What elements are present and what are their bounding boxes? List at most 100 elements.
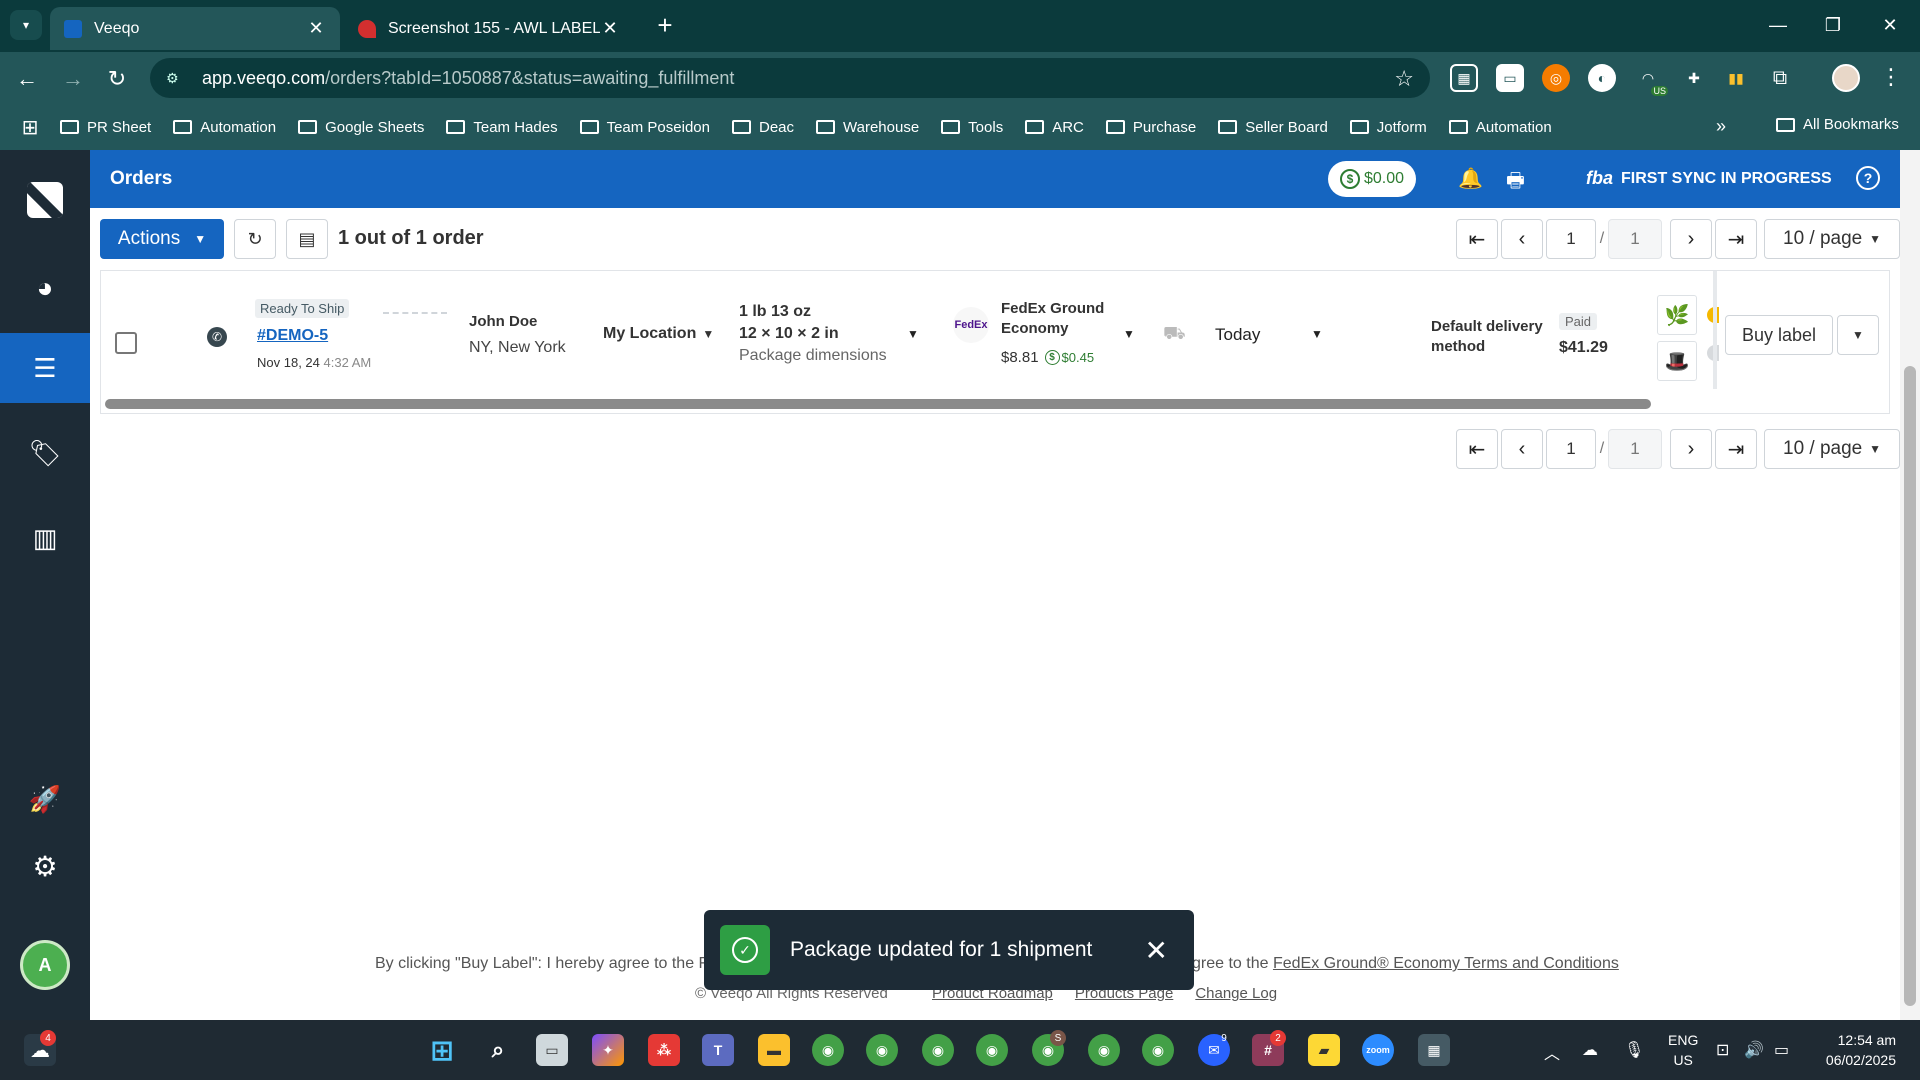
prev-page-button[interactable]: ‹ <box>1501 429 1543 469</box>
sticky-notes-icon[interactable]: ▰ <box>1308 1034 1340 1066</box>
language-indicator[interactable]: ENG US <box>1668 1030 1698 1070</box>
bookmark-folder[interactable]: Warehouse <box>816 119 919 136</box>
bookmark-folder[interactable]: Seller Board <box>1218 119 1328 136</box>
app-icon[interactable]: ⁂ <box>648 1034 680 1066</box>
carrier-service[interactable]: FedEx Ground Economy <box>1001 299 1121 339</box>
product-thumbnail[interactable]: 🎩 <box>1657 341 1697 381</box>
extensions-puzzle-icon[interactable]: ⧉ <box>1766 64 1794 92</box>
reload-icon[interactable]: ↻ <box>102 64 132 94</box>
tab-search-button[interactable]: ▾ <box>10 10 42 40</box>
copilot-icon[interactable]: ✦ <box>592 1034 624 1066</box>
package-info[interactable]: 1 lb 13 oz 12 × 10 × 2 in Package dimens… <box>739 303 887 365</box>
last-page-button[interactable]: ⇥ <box>1715 429 1757 469</box>
ship-date-chevron-down-icon[interactable]: ▼ <box>1311 327 1323 341</box>
first-page-button[interactable]: ⇤ <box>1456 219 1498 259</box>
bookmark-folder[interactable]: ARC <box>1025 119 1084 136</box>
tab-screenshot[interactable]: Screenshot 155 - AWL LABEL ✕ <box>344 7 634 50</box>
extension-icon[interactable]: ◐ <box>1588 64 1616 92</box>
columns-button[interactable]: ▤ <box>286 219 328 259</box>
chrome-icon[interactable]: ◉ <box>866 1034 898 1066</box>
bookmark-folder[interactable]: Tools <box>941 119 1003 136</box>
last-page-button[interactable]: ⇥ <box>1715 219 1757 259</box>
browser-menu-icon[interactable]: ⋮ <box>1880 64 1902 90</box>
volume-icon[interactable]: 🔊 <box>1744 1040 1764 1060</box>
chrome-active-icon[interactable]: ◉ <box>1142 1034 1174 1066</box>
chrome-icon[interactable]: ◉ <box>1088 1034 1120 1066</box>
zoom-icon[interactable]: zoom <box>1362 1034 1394 1066</box>
page-number-input[interactable]: 1 <box>1546 429 1596 469</box>
notifications-bell-icon[interactable]: 🔔 <box>1458 166 1483 191</box>
system-clock[interactable]: 12:54 am 06/02/2025 <box>1812 1030 1896 1070</box>
fba-sync-status[interactable]: fba FIRST SYNC IN PROGRESS <box>1586 168 1832 189</box>
scrollbar-thumb[interactable] <box>1904 366 1916 1006</box>
bookmark-folder[interactable]: Automation <box>173 119 276 136</box>
bookmark-folder[interactable]: Deac <box>731 119 794 136</box>
chrome-icon[interactable]: ◉ <box>812 1034 844 1066</box>
settings-gear-icon[interactable]: ⚙ <box>0 831 90 901</box>
chrome-icon[interactable]: ◉ <box>922 1034 954 1066</box>
page-number-input[interactable]: 1 <box>1546 219 1596 259</box>
refresh-button[interactable]: ↻ <box>234 219 276 259</box>
extension-icon[interactable]: ◎ <box>1542 64 1570 92</box>
site-info-icon[interactable]: ⚙ <box>166 70 188 87</box>
qr-extension-icon[interactable]: ▦ <box>1450 64 1478 92</box>
first-page-button[interactable]: ⇤ <box>1456 429 1498 469</box>
user-avatar[interactable]: A <box>20 940 70 990</box>
new-tab-button[interactable]: + <box>650 10 680 40</box>
page-size-select[interactable]: 10 / page ▼ <box>1764 429 1900 469</box>
prev-page-button[interactable]: ‹ <box>1501 219 1543 259</box>
next-page-button[interactable]: › <box>1670 429 1712 469</box>
order-number-link[interactable]: #DEMO-5 <box>257 327 328 345</box>
windows-start-icon[interactable]: ⊞ <box>426 1034 458 1066</box>
forward-icon[interactable]: → <box>58 64 88 94</box>
bookmark-star-icon[interactable]: ☆ <box>1394 66 1414 92</box>
orders-list-icon[interactable]: ☰ <box>0 333 90 403</box>
bookmark-folder[interactable]: Google Sheets <box>298 119 424 136</box>
onedrive-cloud-icon[interactable]: ☁ <box>1582 1040 1598 1060</box>
search-icon[interactable]: ⌕ <box>482 1034 514 1066</box>
help-icon[interactable]: ? <box>1856 166 1880 190</box>
close-window-icon[interactable]: ✕ <box>1870 8 1910 42</box>
carrier-chevron-down-icon[interactable]: ▼ <box>1123 327 1135 341</box>
getting-started-rocket-icon[interactable]: 🚀 <box>0 764 90 834</box>
tray-chevron-up-icon[interactable]: ︿ <box>1544 1040 1560 1064</box>
warehouse-select[interactable]: My Location ▼ <box>603 325 714 343</box>
more-bookmarks-icon[interactable]: » <box>1716 116 1726 137</box>
reports-chart-icon[interactable]: ▥ <box>0 503 90 573</box>
bookmark-folder[interactable]: PR Sheet <box>60 119 151 136</box>
veeqo-logo[interactable] <box>0 160 90 240</box>
fedex-terms-link[interactable]: FedEx Ground® Economy Terms and Conditio… <box>1273 955 1619 972</box>
chrome-icon[interactable]: ◉ <box>976 1034 1008 1066</box>
profile-avatar[interactable] <box>1832 64 1860 92</box>
package-chevron-down-icon[interactable]: ▼ <box>907 327 919 341</box>
address-bar[interactable]: ⚙ app.veeqo.com/orders?tabId=1050887&sta… <box>150 58 1430 98</box>
close-tab-icon[interactable]: ✕ <box>306 18 326 39</box>
page-scrollbar[interactable] <box>1900 150 1920 1020</box>
toast-close-icon[interactable]: ✕ <box>1145 934 1168 967</box>
chart-extension-icon[interactable]: ▮▮ <box>1722 64 1750 92</box>
bookmark-folder[interactable]: Automation <box>1448 119 1552 136</box>
actions-dropdown-button[interactable]: Actions ▼ <box>100 219 224 259</box>
restore-icon[interactable]: ❐ <box>1813 8 1853 42</box>
back-icon[interactable]: ← <box>12 64 42 94</box>
tab-veeqo[interactable]: Veeqo ✕ <box>50 7 340 50</box>
minimize-icon[interactable]: — <box>1758 8 1798 42</box>
bookmark-folder[interactable]: Team Poseidon <box>579 119 710 136</box>
bookmark-folder[interactable]: Team Hades <box>446 119 558 136</box>
microphone-icon[interactable]: 🎙 <box>1624 1040 1644 1060</box>
products-tag-icon[interactable]: 🏷 <box>0 418 90 488</box>
balance-badge[interactable]: $ $0.00 <box>1328 161 1416 197</box>
extension-icon[interactable]: ▭ <box>1496 64 1524 92</box>
buy-label-button[interactable]: Buy label <box>1725 315 1833 355</box>
battery-icon[interactable]: ▭ <box>1774 1040 1789 1060</box>
all-bookmarks-folder[interactable]: All Bookmarks <box>1776 116 1899 133</box>
calculator-icon[interactable]: ▦ <box>1418 1034 1450 1066</box>
printer-icon[interactable]: 🖶 <box>1506 166 1525 200</box>
change-log-link[interactable]: Change Log <box>1195 985 1277 1002</box>
row-checkbox[interactable] <box>115 332 137 354</box>
page-size-select[interactable]: 10 / page ▼ <box>1764 219 1900 259</box>
buy-label-options-button[interactable]: ▼ <box>1837 315 1879 355</box>
bookmark-folder[interactable]: Purchase <box>1105 119 1196 136</box>
vpn-extension-icon[interactable]: ◠ US <box>1634 64 1668 96</box>
teams-icon[interactable]: T <box>702 1034 734 1066</box>
